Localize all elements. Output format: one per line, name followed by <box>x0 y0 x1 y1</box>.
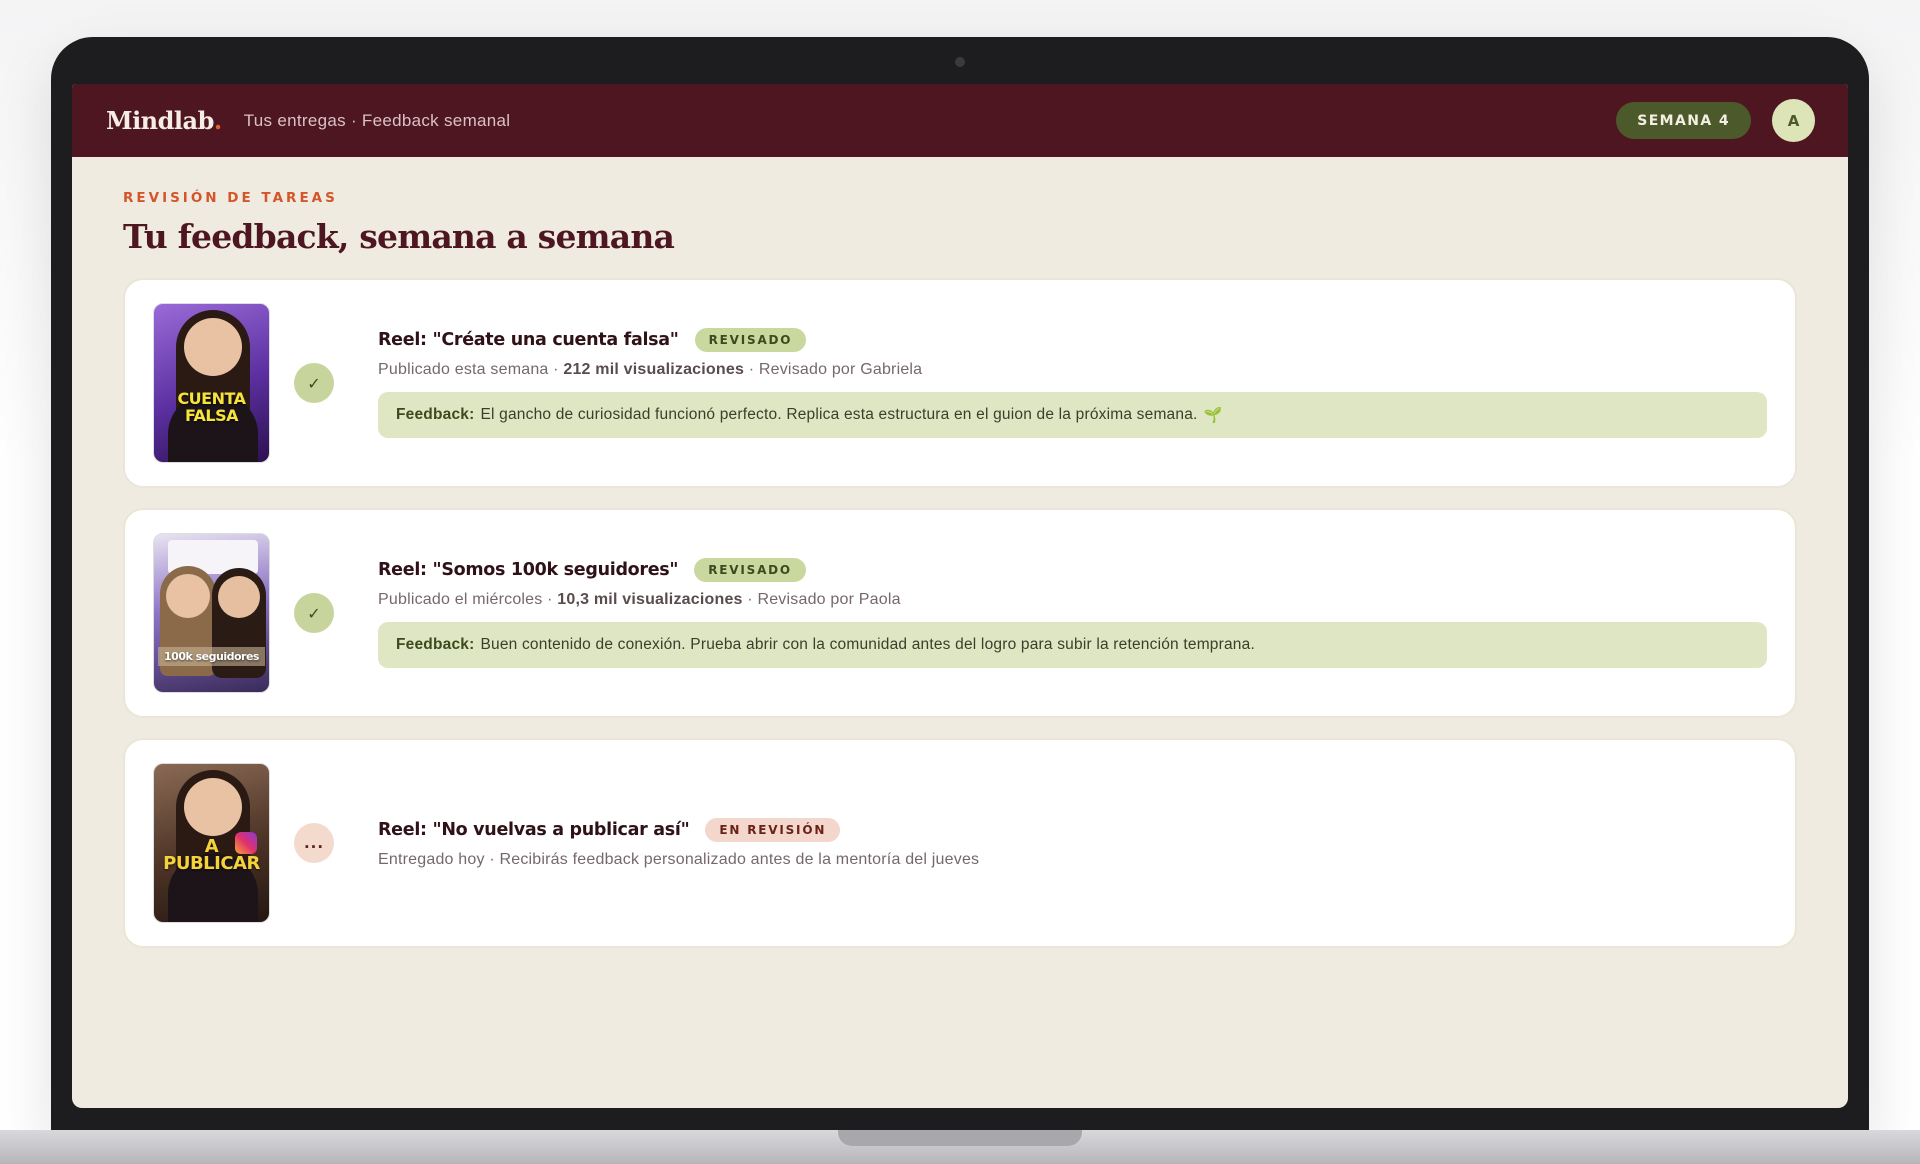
app-screen: Mindlab. Tus entregas · Feedback semanal… <box>72 84 1848 1108</box>
laptop-notch <box>838 1130 1082 1146</box>
brand-logo[interactable]: Mindlab. <box>106 106 222 135</box>
sprout-icon: 🌱 <box>1203 407 1223 424</box>
section-eyebrow: REVISIÓN DE TAREAS <box>123 190 338 206</box>
reel-title[interactable]: Reel: "Somos 100k seguidores" <box>378 560 679 580</box>
feedback-label: Feedback: <box>396 636 475 653</box>
camera-icon <box>955 57 965 67</box>
status-badge: REVISADO <box>694 328 807 352</box>
reel-thumbnail[interactable]: CUENTA FALSA <box>153 303 270 463</box>
card-title-row: Reel: "Créate una cuenta falsa" REVISADO <box>378 328 1767 352</box>
reel-thumbnail[interactable]: A PUBLICAR <box>153 763 270 923</box>
submission-card[interactable]: A PUBLICAR ... Reel: "No vuelvas a publi… <box>123 738 1797 948</box>
card-meta: Publicado el miércoles · 10,3 mil visual… <box>378 591 1767 609</box>
thumbnail-face <box>184 318 242 376</box>
feedback-text: El gancho de curiosidad funcionó perfect… <box>480 406 1198 423</box>
meta-views: 212 mil visualizaciones <box>563 361 745 378</box>
meta-published: Publicado esta semana · <box>378 361 564 378</box>
card-content: Reel: "No vuelvas a publicar así" EN REV… <box>378 817 1767 869</box>
submission-card[interactable]: CUENTA FALSA ✓ Reel: "Créate una cuenta … <box>123 278 1797 488</box>
thumbnail-caption: CUENTA FALSA <box>177 389 246 425</box>
feedback-box: Feedback: Buen contenido de conexión. Pr… <box>378 622 1767 668</box>
brand-dot: . <box>213 106 222 135</box>
card-title-row: Reel: "No vuelvas a publicar así" EN REV… <box>378 817 1767 842</box>
meta-reviewer: · Revisado por Gabriela <box>744 361 923 378</box>
check-icon: ✓ <box>294 363 334 403</box>
page-title: Tu feedback, semana a semana <box>123 217 675 256</box>
status-badge: REVISADO <box>694 558 806 582</box>
feedback-text: Buen contenido de conexión. Prueba abrir… <box>480 636 1255 653</box>
reel-title[interactable]: Reel: "Créate una cuenta falsa" <box>378 330 679 350</box>
main-content: REVISIÓN DE TAREAS Tu feedback, semana a… <box>72 190 1848 948</box>
reel-thumbnail[interactable]: 100k seguidores <box>153 533 270 693</box>
thumbnail-face <box>166 574 210 618</box>
card-meta: Entregado hoy · Recibirás feedback perso… <box>378 850 980 868</box>
submission-list: CUENTA FALSA ✓ Reel: "Créate una cuenta … <box>123 278 1797 948</box>
feedback-label: Feedback: <box>396 406 475 423</box>
card-content: Reel: "Somos 100k seguidores" REVISADO P… <box>378 558 1767 668</box>
avatar[interactable]: A <box>1772 99 1815 142</box>
reel-title[interactable]: Reel: "No vuelvas a publicar así" <box>378 820 690 840</box>
week-badge[interactable]: SEMANA 4 <box>1616 102 1751 139</box>
submission-card[interactable]: 100k seguidores ✓ Reel: "Somos 100k segu… <box>123 508 1797 718</box>
thumbnail-face-2 <box>218 576 260 618</box>
status-badge: EN REVISIÓN <box>705 817 841 842</box>
check-icon: ✓ <box>294 593 334 633</box>
thumbnail-face <box>184 778 242 836</box>
thumbnail-caption: A PUBLICAR <box>163 836 260 874</box>
meta-views: 10,3 mil visualizaciones <box>557 591 743 608</box>
thumbnail-caption: 100k seguidores <box>158 647 265 666</box>
header-subtitle: Tus entregas · Feedback semanal <box>243 110 511 130</box>
feedback-box: Feedback: El gancho de curiosidad funcio… <box>378 392 1767 438</box>
ellipsis-icon: ... <box>294 823 334 863</box>
card-meta: Publicado esta semana · 212 mil visualiz… <box>378 361 1767 379</box>
card-title-row: Reel: "Somos 100k seguidores" REVISADO <box>378 558 1767 582</box>
meta-published: Publicado el miércoles · <box>378 591 558 608</box>
meta-reviewer: · Revisado por Paola <box>742 591 901 608</box>
card-content: Reel: "Créate una cuenta falsa" REVISADO… <box>378 328 1767 438</box>
brand-name: Mindlab <box>106 106 214 135</box>
top-bar: Mindlab. Tus entregas · Feedback semanal… <box>72 84 1848 157</box>
